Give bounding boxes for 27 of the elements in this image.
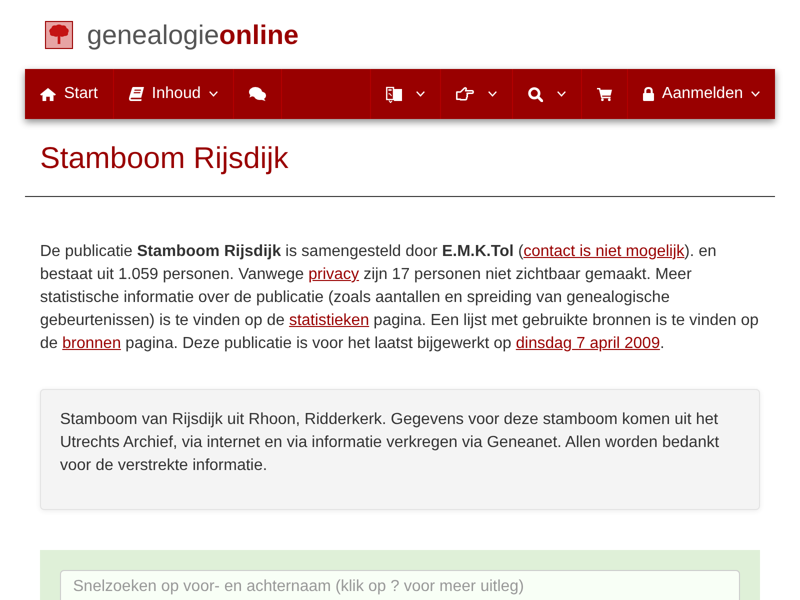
pointing-hand-icon [456, 87, 474, 101]
search-field[interactable]: Snelzoeken op voor- en achternaam (klik op ? voor meer uitleg) [60, 570, 740, 600]
tree-logo-icon [45, 21, 73, 49]
statistics-link[interactable]: statistieken [289, 312, 370, 329]
home-icon [40, 88, 56, 100]
cart-icon [597, 88, 612, 100]
book-icon [128, 87, 144, 101]
chevron-down-icon [557, 91, 566, 97]
contact-link[interactable]: contact is niet mogelijk [523, 243, 684, 260]
chevron-down-icon [751, 91, 760, 97]
chevron-down-icon [208, 91, 218, 97]
site-logo[interactable]: genealogieonline [87, 19, 299, 51]
lock-icon [643, 87, 654, 101]
chevron-down-icon [488, 91, 498, 97]
speech-bubbles-icon [248, 87, 266, 101]
contents-menu[interactable]: Inhoud [114, 69, 234, 119]
login-menu[interactable]: Aanmelden [627, 69, 775, 119]
page-title: Stamboom Rijsdijk [40, 142, 290, 175]
description-text: Stamboom van Rijsdijk uit Rhoon, Ridderkerk. Gegevens voor deze stamboom komen uit het Utrechts Archief, via internet en via informatie verkregen via Geneanet. Allen worden bedankt voor de verstrekte informatie. [60, 410, 720, 476]
date-link[interactable]: dinsdag 7 april 2009 [516, 335, 660, 352]
search-icon [528, 86, 544, 102]
home-link[interactable]: Start [25, 69, 114, 119]
publication-summary: De publicatie Stamboom Rijsdijk is samengesteld door E.M.K.Tol (contact is niet mogelijk). en bestaat uit 1.059 personen. Vanwege privacy zijn 17 personen niet zichtbaar gemaakt. Meer statistische informatie over de publicatie (zoals aantallen en spreiding van genealogische gebeurtenissen) is te vinden op de statistieken pagina. Een lijst met gebruikte bronnen is te vinden op de bronnen pagina. Deze publicatie is voor het laatst bijgewerkt op dinsdag 7 april 2009. [40, 242, 760, 354]
sources-link[interactable]: bronnen [62, 335, 121, 352]
translate-icon [386, 86, 402, 102]
privacy-link[interactable]: privacy [308, 266, 360, 283]
chevron-down-icon [416, 91, 426, 97]
